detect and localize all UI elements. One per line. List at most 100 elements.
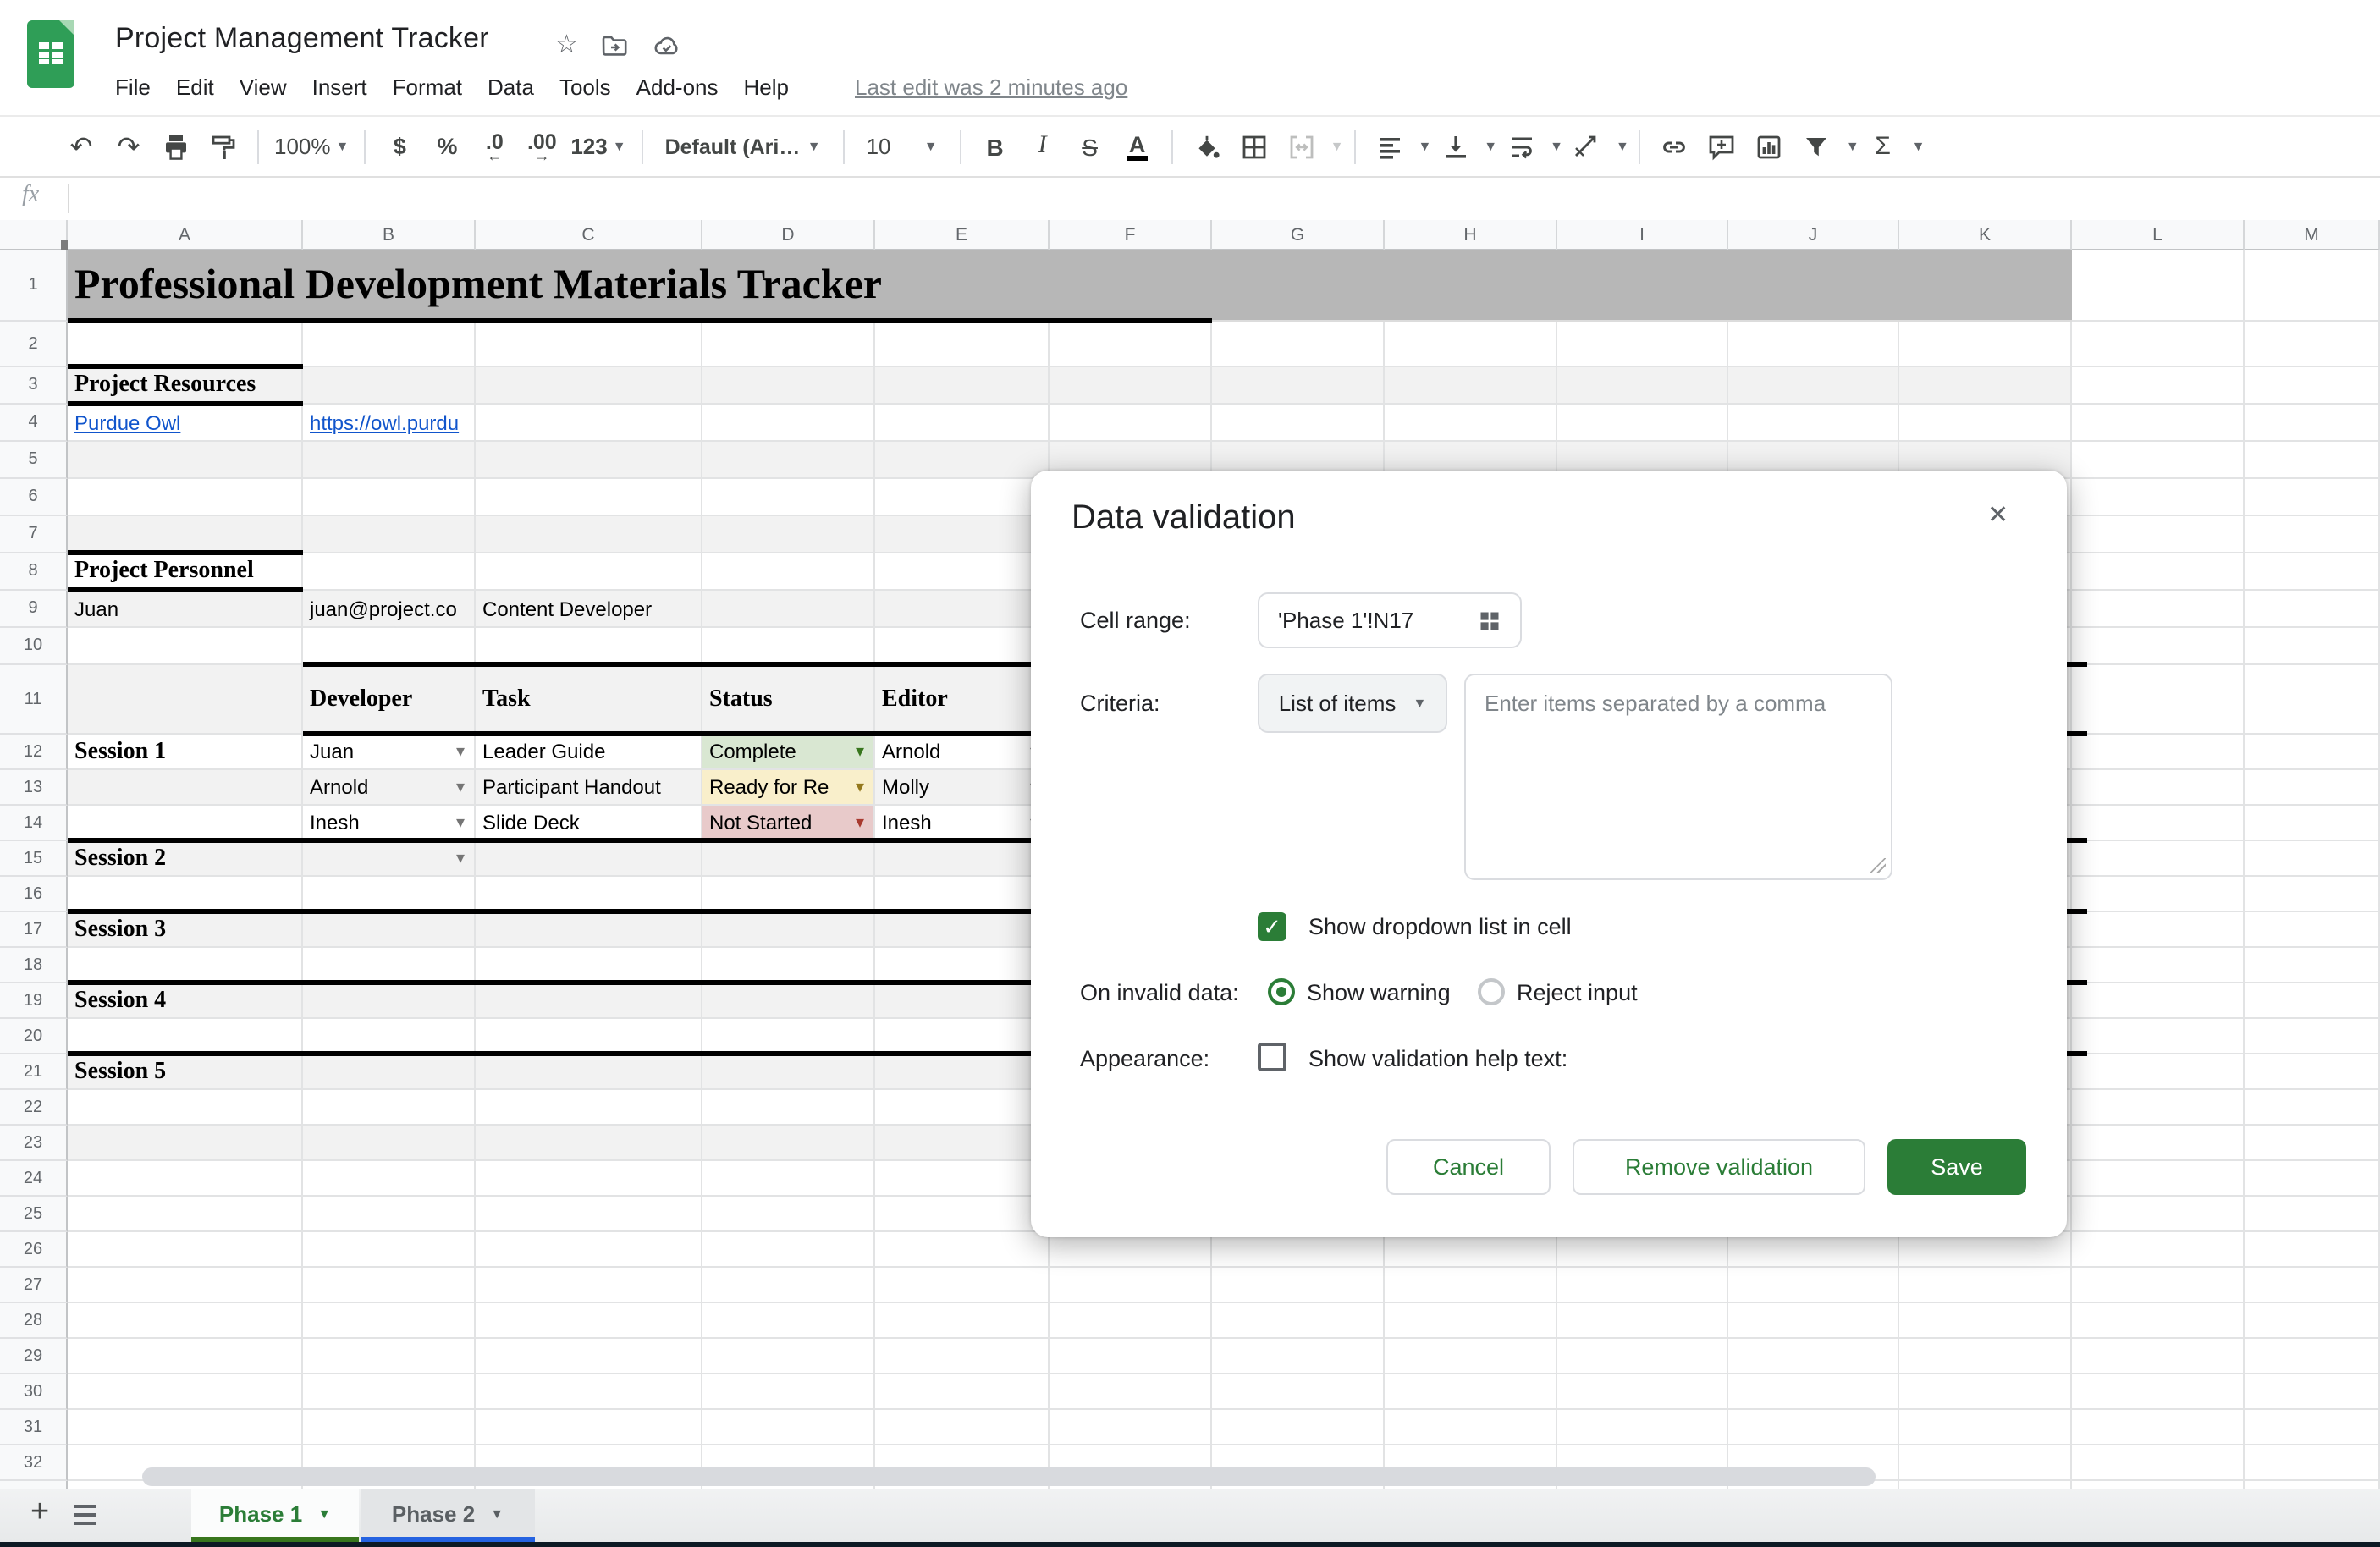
cell-K33[interactable] [1899,1481,2072,1489]
cell-J26[interactable] [1728,1232,1899,1268]
cell-A2[interactable] [68,322,303,367]
cell-A5[interactable] [68,442,303,479]
cell-F27[interactable] [1050,1268,1212,1303]
cell-C17[interactable] [476,912,702,948]
close-icon[interactable]: ✕ [1987,499,2008,530]
cell-L33[interactable] [2072,1481,2245,1489]
column-header-C[interactable]: C [476,220,702,250]
row-header-14[interactable]: 14 [0,806,68,841]
cell-E28[interactable] [875,1303,1050,1339]
column-header-M[interactable]: M [2245,220,2380,250]
cell-M17[interactable] [2245,912,2380,948]
cell-D21[interactable] [702,1054,875,1090]
cell-E16[interactable] [875,877,1050,912]
cell-L29[interactable] [2072,1339,2245,1374]
menu-format[interactable]: Format [393,74,462,100]
cell-D10[interactable] [702,628,875,665]
cell-F29[interactable] [1050,1339,1212,1374]
filter-caret[interactable]: ▼ [1846,139,1859,154]
cell-E8[interactable] [875,553,1050,591]
cell-D30[interactable] [702,1374,875,1410]
cell-M28[interactable] [2245,1303,2380,1339]
cell-dropdown-D12[interactable]: ▾ [850,735,870,770]
cell-D5[interactable] [702,442,875,479]
cell-E7[interactable] [875,516,1050,553]
show-warning-radio[interactable] [1268,978,1295,1005]
move-folder-icon[interactable] [601,32,628,59]
cell-I30[interactable] [1557,1374,1728,1410]
cell-K27[interactable] [1899,1268,2072,1303]
cell-M25[interactable] [2245,1197,2380,1232]
menu-view[interactable]: View [240,74,287,100]
cell-M29[interactable] [2245,1339,2380,1374]
cell-D9[interactable] [702,591,875,628]
cell-C21[interactable] [476,1054,702,1090]
cell-D6[interactable] [702,479,875,516]
cancel-button[interactable]: Cancel [1386,1139,1551,1195]
cell-D19[interactable] [702,983,875,1019]
font-family-select[interactable]: Default (Ari…▼ [658,126,828,167]
last-edit-link[interactable]: Last edit was 2 minutes ago [855,74,1127,100]
vertical-align-icon[interactable] [1436,126,1474,167]
cell-D22[interactable] [702,1090,875,1126]
cell-L25[interactable] [2072,1197,2245,1232]
cell-B24[interactable] [303,1161,476,1197]
cell-G26[interactable] [1212,1232,1385,1268]
cell-D2[interactable] [702,322,875,367]
row-header-29[interactable]: 29 [0,1339,68,1374]
cell-L1[interactable] [2072,250,2245,322]
row-header-33[interactable]: 33 [0,1481,68,1489]
cell-A18[interactable] [68,948,303,983]
row-header-26[interactable]: 26 [0,1232,68,1268]
cell-C8[interactable] [476,553,702,591]
zoom-select[interactable]: 100%▼ [274,126,349,167]
cell-B28[interactable] [303,1303,476,1339]
cell-E31[interactable] [875,1410,1050,1445]
cell-L2[interactable] [2072,322,2245,367]
cell-M5[interactable] [2245,442,2380,479]
cell-G29[interactable] [1212,1339,1385,1374]
cell-A11[interactable] [68,665,303,735]
cell-A20[interactable] [68,1019,303,1054]
cell-B2[interactable] [303,322,476,367]
cell-F26[interactable] [1050,1232,1212,1268]
cell-L7[interactable] [2072,516,2245,553]
cell-M8[interactable] [2245,553,2380,591]
show-dropdown-checkbox[interactable]: ✓ [1258,912,1286,941]
cell-A27[interactable] [68,1268,303,1303]
cell-L24[interactable] [2072,1161,2245,1197]
row-header-17[interactable]: 17 [0,912,68,948]
cell-B5[interactable] [303,442,476,479]
functions-caret[interactable]: ▼ [1912,139,1925,154]
cell-E17[interactable] [875,912,1050,948]
cell-J29[interactable] [1728,1339,1899,1374]
cell-D20[interactable] [702,1019,875,1054]
row-header-28[interactable]: 28 [0,1303,68,1339]
cell-D31[interactable] [702,1410,875,1445]
cell-L26[interactable] [2072,1232,2245,1268]
cell-dropdown-B13[interactable]: ▾ [450,770,471,806]
cell-D3[interactable] [702,367,875,405]
format-percent-icon[interactable]: % [428,126,466,167]
cell-K28[interactable] [1899,1303,2072,1339]
cell-E18[interactable] [875,948,1050,983]
column-header-A[interactable]: A [68,220,303,250]
cell-H30[interactable] [1385,1374,1557,1410]
cell-M33[interactable] [2245,1481,2380,1489]
cell-E19[interactable] [875,983,1050,1019]
cell-L19[interactable] [2072,983,2245,1019]
cell-K26[interactable] [1899,1232,2072,1268]
undo-icon[interactable]: ↶ [63,126,100,167]
cell-M27[interactable] [2245,1268,2380,1303]
help-text-checkbox[interactable] [1258,1043,1286,1071]
decrease-decimal-icon[interactable]: .0← [476,126,513,167]
cell-L5[interactable] [2072,442,2245,479]
row-header-6[interactable]: 6 [0,479,68,516]
cell-D8[interactable] [702,553,875,591]
column-header-B[interactable]: B [303,220,476,250]
cell-L23[interactable] [2072,1126,2245,1161]
cell-I2[interactable] [1557,322,1728,367]
row-header-18[interactable]: 18 [0,948,68,983]
cell-B6[interactable] [303,479,476,516]
column-header-F[interactable]: F [1050,220,1212,250]
